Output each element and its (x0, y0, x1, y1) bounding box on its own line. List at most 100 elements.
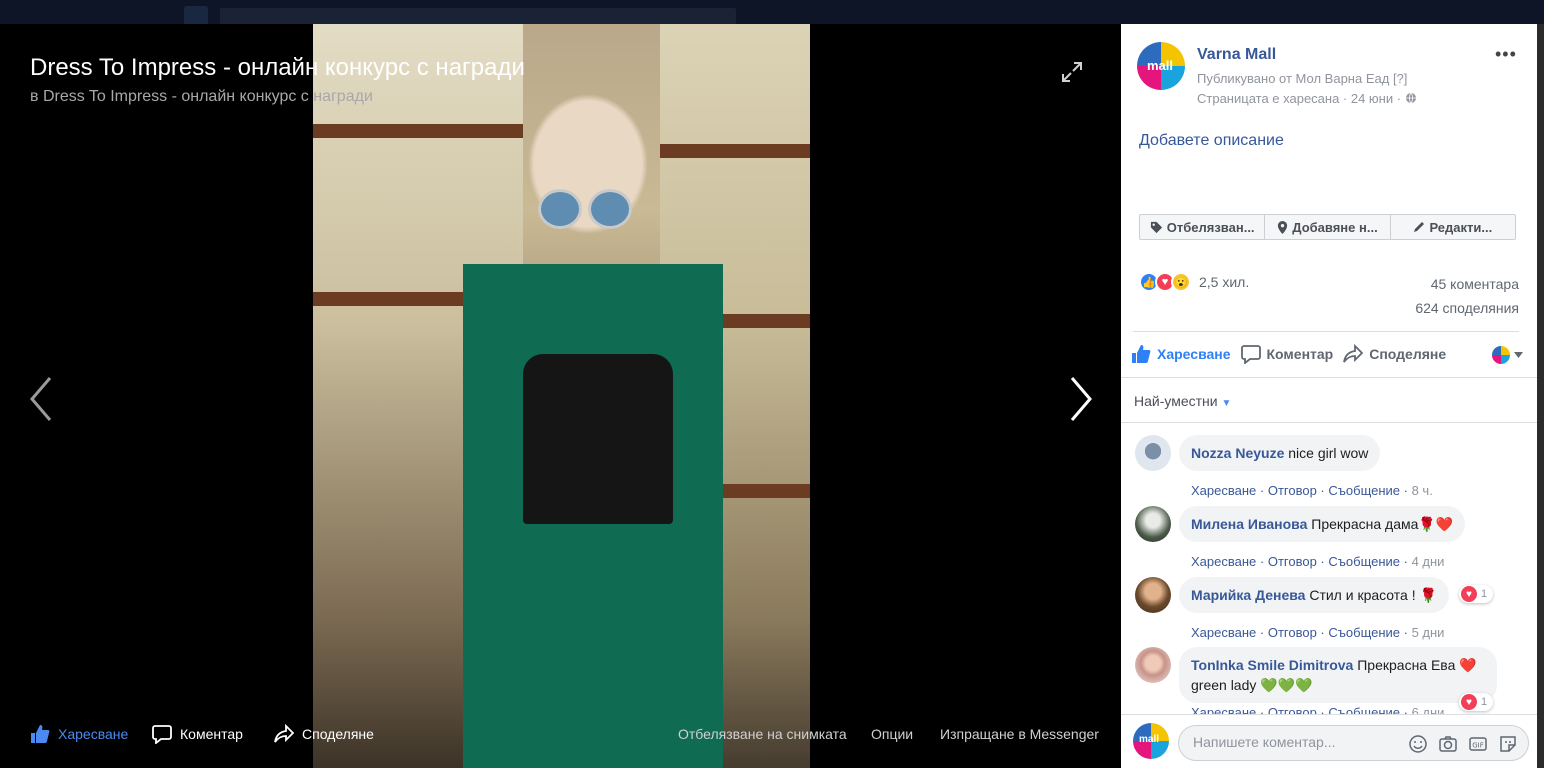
sticker-icon[interactable] (1498, 734, 1518, 754)
photo-theater: Dress To Impress - онлайн конкурс с нагр… (0, 24, 1121, 768)
comment-text: Стил и красота ! 🌹 (1309, 587, 1437, 603)
actor-selector[interactable] (1492, 346, 1523, 364)
chevron-down-icon (1514, 352, 1523, 358)
divider (1121, 377, 1537, 378)
comment-reply-link[interactable]: Отговор (1268, 554, 1317, 569)
theater-like-label: Харесване (58, 726, 129, 742)
previous-arrow-icon[interactable] (26, 374, 56, 424)
page-avatar[interactable]: mall (1137, 42, 1185, 90)
comment-like-link[interactable]: Харесване (1191, 554, 1256, 569)
sort-label: Най-уместни (1134, 393, 1218, 409)
add-description-link[interactable]: Добавете описание (1139, 132, 1284, 150)
comment-message-link[interactable]: Съобщение (1328, 625, 1400, 640)
composer-avatar: mall (1133, 723, 1169, 759)
post-meta: Страницата е харесана · 24 юни · (1197, 91, 1417, 106)
photo[interactable] (313, 24, 810, 768)
page-name[interactable]: Varna Mall (1197, 46, 1276, 64)
comment-button[interactable]: Коментар (1240, 344, 1334, 364)
theater-bottom-bar: Харесване Коментар Споделяне Отбелязване… (0, 714, 1121, 754)
commenter-name[interactable]: TonInka Smile Dimitrova (1191, 657, 1353, 673)
comments-count[interactable]: 45 коментара (1431, 276, 1519, 292)
like-button[interactable]: Харесване (1131, 344, 1231, 364)
comment-text: Прекрасна дама🌹❤️ (1311, 516, 1454, 532)
comment-reply-link[interactable]: Отговор (1268, 483, 1317, 498)
camera-icon[interactable] (1438, 734, 1458, 754)
comment-like-link[interactable]: Харесване (1191, 483, 1256, 498)
published-by-text: Публикувано от Мол Варна Еад (1197, 71, 1390, 86)
comment-time[interactable]: 5 дни (1412, 625, 1445, 640)
comment-icon (152, 725, 172, 744)
help-link[interactable]: [?] (1393, 71, 1407, 86)
post-actions-bar: Харесване Коментар Споделяне (1131, 342, 1523, 366)
add-location-button[interactable]: Добавяне н... (1265, 215, 1391, 239)
comment-input[interactable] (1193, 734, 1393, 750)
reactions-count: 2,5 хил. (1199, 274, 1250, 290)
wow-reaction-icon: 😮 (1171, 272, 1191, 292)
liked-date-text: Страницата е харесана · 24 юни · (1197, 91, 1402, 106)
location-pin-icon (1278, 220, 1288, 234)
commenter-name[interactable]: Милена Иванова (1191, 516, 1307, 532)
reactions-summary[interactable]: 👍 ♥ 😮 2,5 хил. (1139, 272, 1249, 292)
avatar-logo-text: mall (1147, 58, 1174, 73)
commenter-name[interactable]: Nozza Neyuze (1191, 445, 1284, 461)
tag-photo-link[interactable]: Отбелязване на снимката (678, 726, 847, 742)
comment-sort-dropdown[interactable]: Най-уместни ▼ (1134, 393, 1231, 409)
share-icon (1343, 344, 1364, 363)
edit-button[interactable]: Редакти... (1391, 215, 1515, 239)
commenter-avatar[interactable] (1135, 435, 1171, 471)
comment-bubble: Милена Иванова Прекрасна дама🌹❤️ (1179, 506, 1466, 542)
published-by: Публикувано от Мол Варна Еад [?] (1197, 71, 1407, 86)
expand-icon[interactable] (1060, 60, 1084, 84)
theater-like-button[interactable]: Харесване (30, 724, 128, 744)
gif-icon[interactable]: GIF (1468, 734, 1488, 754)
comment-bubble: Марийка Денева Стил и красота ! 🌹 (1179, 577, 1449, 613)
send-messenger-link[interactable]: Изпращане в Messenger (940, 726, 1099, 742)
caret-down-icon: ▼ (1221, 398, 1232, 409)
comment-message-link[interactable]: Съобщение (1328, 483, 1400, 498)
comment-label: Коментар (1266, 346, 1334, 362)
commenter-avatar[interactable] (1135, 577, 1171, 613)
comment-reactions[interactable]: ♥ 1 (1459, 585, 1494, 603)
comment-reactions[interactable]: ♥ 1 (1459, 693, 1494, 711)
options-link[interactable]: Опции (871, 726, 913, 742)
album-title[interactable]: Dress To Impress - онлайн конкурс с нагр… (30, 54, 525, 82)
comment-time[interactable]: 8 ч. (1412, 483, 1433, 498)
theater-comment-label: Коментар (180, 726, 243, 742)
album-subtitle[interactable]: в Dress To Impress - онлайн конкурс с на… (30, 88, 373, 106)
scrollbar[interactable] (1537, 24, 1544, 768)
svg-text:GIF: GIF (1472, 742, 1484, 750)
theater-share-button[interactable]: Споделяне (274, 724, 374, 744)
comment-reply-link[interactable]: Отговор (1268, 625, 1317, 640)
share-button[interactable]: Споделяне (1343, 344, 1446, 364)
sunglasses (538, 189, 638, 229)
comment-like-link[interactable]: Харесване (1191, 625, 1256, 640)
globe-icon (1405, 92, 1416, 104)
comment-reaction-count: 1 (1481, 588, 1488, 600)
comment-composer: mall GIF (1121, 714, 1537, 768)
comment-input-box[interactable]: GIF (1178, 725, 1529, 761)
commenter-name[interactable]: Марийка Денева (1191, 587, 1305, 603)
heart-icon: ♥ (1461, 586, 1477, 602)
commenter-avatar[interactable] (1135, 506, 1171, 542)
tag-button-label: Отбелязван... (1166, 219, 1255, 235)
comment-reaction-count: 1 (1481, 696, 1488, 708)
comment-actions: Харесване · Отговор · Съобщение · 4 дни (1191, 554, 1445, 569)
more-options-icon[interactable]: ••• (1495, 44, 1517, 65)
shares-count[interactable]: 624 споделяния (1415, 300, 1519, 316)
like-label: Харесване (1157, 346, 1231, 362)
comment-bubble: TonInka Smile Dimitrova Прекрасна Ева ❤️… (1179, 647, 1497, 703)
comment-message-link[interactable]: Съобщение (1328, 554, 1400, 569)
photo-actions: Отбелязван... Добавяне н... Редакти... (1139, 214, 1516, 240)
comment-text: nice girl wow (1288, 445, 1369, 461)
actor-avatar (1492, 346, 1510, 364)
comment-time[interactable]: 4 дни (1412, 554, 1445, 569)
commenter-avatar[interactable] (1135, 647, 1171, 683)
composer-icons: GIF (1408, 734, 1518, 754)
share-icon (274, 724, 294, 743)
tag-button[interactable]: Отбелязван... (1140, 215, 1266, 239)
emoji-icon[interactable] (1408, 734, 1428, 754)
theater-share-label: Споделяне (302, 726, 374, 742)
next-arrow-icon[interactable] (1066, 374, 1096, 424)
divider (1121, 422, 1537, 423)
edit-button-label: Редакти... (1429, 219, 1493, 235)
